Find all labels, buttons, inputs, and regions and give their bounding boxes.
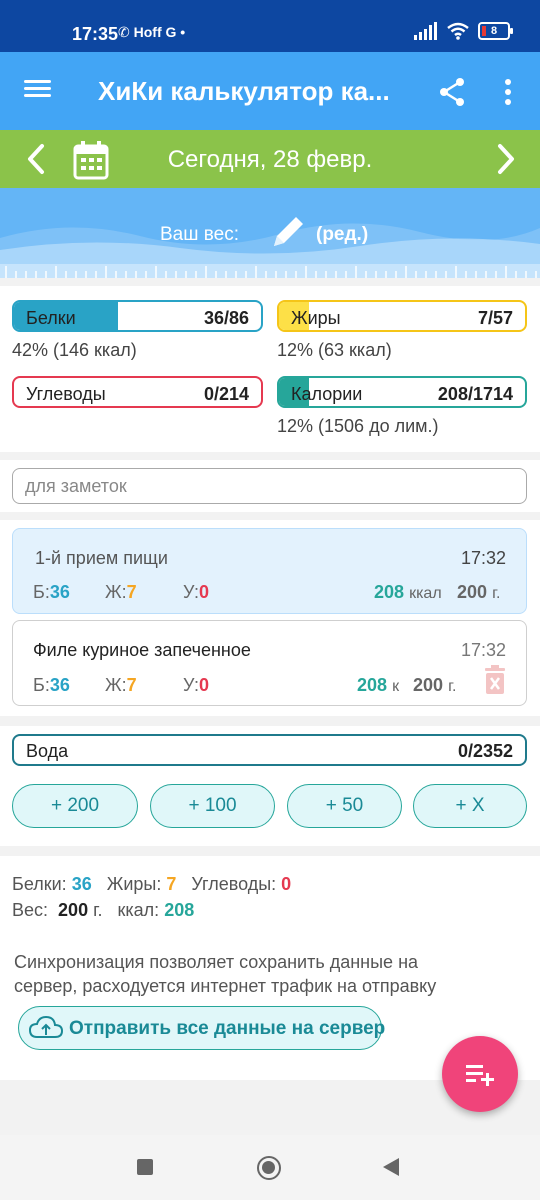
food-fat: Ж:7 xyxy=(105,675,137,695)
status-bar: 17:35 ✆ Hoff G • 8 xyxy=(0,0,540,52)
meal-card: 1-й прием пищи 17:32 Б:36 Ж:7 У:0 208 кк… xyxy=(0,520,540,716)
pencil-icon[interactable] xyxy=(268,212,308,252)
food-time: 17:32 xyxy=(460,640,506,660)
food-name: Филе куриное запеченное xyxy=(33,640,251,660)
carbs-label: Углеводы xyxy=(26,384,106,404)
summary-macros: Белки: 36 Жиры: 7 Углеводы: 0 xyxy=(12,874,292,894)
protein-percent: 42% (146 ккал) xyxy=(12,340,137,360)
food-kcal: 208 к xyxy=(357,675,400,695)
food-carbs: У:0 xyxy=(183,675,210,695)
meal-kcal: 208 ккал xyxy=(374,582,442,602)
fat-progress-bar[interactable]: Жиры 7/57 xyxy=(277,300,527,332)
meal-time: 17:32 xyxy=(460,548,506,568)
water-card: Вода 0/2352 + 200 + 100 + 50 + X xyxy=(0,726,540,846)
fat-value: 7/57 xyxy=(477,308,513,328)
share-icon[interactable] xyxy=(436,76,468,108)
notification-icons: ✆ Hoff G • xyxy=(118,24,186,40)
fat-label: Жиры xyxy=(291,308,341,328)
calories-label: Калории xyxy=(291,384,363,404)
playlist-add-icon xyxy=(466,1065,494,1086)
meal-header[interactable]: 1-й прием пищи 17:32 Б:36 Ж:7 У:0 208 кк… xyxy=(12,528,527,614)
ruler-scale xyxy=(0,264,540,278)
add-water-200-button[interactable]: + 200 xyxy=(12,784,138,828)
summary-weight: Вес: 200 г. ккал: 208 xyxy=(12,900,195,920)
app-title: ХиКи калькулятор ка... xyxy=(98,76,390,106)
carbs-progress-bar[interactable]: Углеводы 0/214 xyxy=(12,376,263,408)
meal-protein: Б:36 xyxy=(33,582,70,602)
weight-label: Ваш вес: xyxy=(160,224,239,245)
calories-value: 208/1714 xyxy=(437,384,513,404)
system-nav-bar xyxy=(0,1135,540,1200)
fat-percent: 12% (63 ккал) xyxy=(277,340,392,360)
calories-progress-bar[interactable]: Калории 208/1714 xyxy=(277,376,527,408)
protein-progress-bar[interactable]: Белки 36/86 xyxy=(12,300,263,332)
weight-panel: Ваш вес: (ред.) xyxy=(0,188,540,278)
battery-level: 8 xyxy=(490,25,498,37)
chevron-right-icon[interactable] xyxy=(490,142,520,176)
meal-fat: Ж:7 xyxy=(105,582,137,602)
wifi-icon xyxy=(447,22,469,40)
notes-input[interactable]: для заметок xyxy=(12,468,527,504)
edit-weight-link[interactable]: (ред.) xyxy=(316,224,368,246)
current-date[interactable]: Сегодня, 28 февр. xyxy=(0,146,540,174)
sync-button[interactable]: Отправить все данные на сервер xyxy=(18,1006,386,1050)
meal-name: 1-й прием пищи xyxy=(35,548,168,568)
app-toolbar: ХиКи калькулятор ка... xyxy=(0,52,540,130)
home-icon[interactable] xyxy=(257,1156,281,1180)
meal-grams: 200 г. xyxy=(457,582,501,602)
meal-carbs: У:0 xyxy=(183,582,210,602)
delete-icon[interactable] xyxy=(483,665,507,695)
add-water-50-button[interactable]: + 50 xyxy=(287,784,402,828)
carbs-value: 0/214 xyxy=(203,384,249,404)
water-value: 0/2352 xyxy=(457,741,513,761)
calories-percent: 12% (1506 до лим.) xyxy=(277,416,439,436)
sync-description: Синхронизация позволяет сохранить данные… xyxy=(14,952,437,996)
more-vert-icon[interactable] xyxy=(496,76,520,108)
protein-value: 36/86 xyxy=(203,308,249,328)
notes-card: для заметок xyxy=(0,460,540,512)
hamburger-menu-icon[interactable] xyxy=(22,76,54,106)
water-label: Вода xyxy=(26,741,69,761)
add-water-custom-button[interactable]: + X xyxy=(413,784,527,828)
add-food-fab[interactable] xyxy=(442,1036,518,1112)
food-grams: 200 г. xyxy=(413,675,457,695)
back-icon[interactable] xyxy=(382,1157,400,1177)
food-protein: Б:36 xyxy=(33,675,70,695)
signal-icon xyxy=(414,22,437,40)
protein-label: Белки xyxy=(26,308,76,328)
food-item[interactable]: Филе куриное запеченное 17:32 Б:36 Ж:7 У… xyxy=(12,620,527,706)
battery-icon: 8 xyxy=(478,22,513,40)
sync-button-label: Отправить все данные на сервер xyxy=(69,1018,386,1039)
status-time: 17:35 xyxy=(72,24,119,44)
date-bar: Сегодня, 28 февр. xyxy=(0,130,540,188)
cloud-upload-icon xyxy=(29,1015,63,1038)
water-progress-bar[interactable]: Вода 0/2352 xyxy=(12,734,527,766)
macros-card: Белки 36/86 42% (146 ккал) Жиры 7/57 12%… xyxy=(0,286,540,452)
add-water-100-button[interactable]: + 100 xyxy=(150,784,275,828)
recents-icon[interactable] xyxy=(137,1159,153,1175)
